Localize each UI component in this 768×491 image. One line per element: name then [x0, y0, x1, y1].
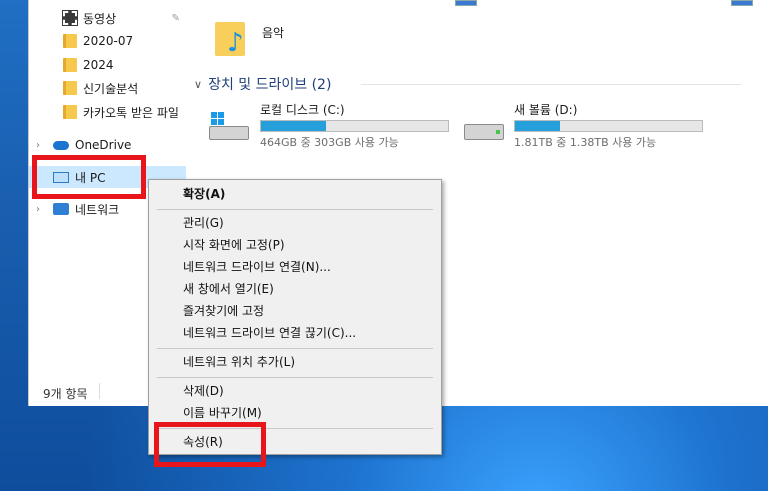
folder-thumbnail-stub [731, 0, 753, 6]
menu-item-map-network-drive[interactable]: 네트워크 드라이브 연결(N)... [183, 256, 331, 278]
network-icon [53, 203, 69, 215]
menu-item-pin-to-start[interactable]: 시작 화면에 고정(P) [183, 234, 285, 256]
nav-item-new-tech[interactable]: 신기술분석 [29, 77, 186, 99]
drive-usage-fill [261, 121, 327, 131]
nav-item-label: OneDrive [75, 138, 132, 152]
highlight-box-this-pc [32, 155, 146, 199]
nav-item-videos[interactable]: 동영상 ✎ [29, 7, 186, 29]
chevron-right-icon[interactable]: › [36, 204, 40, 215]
drive-d[interactable]: 새 볼륨 (D:) 1.81TB 중 1.38TB 사용 가능 [514, 101, 704, 151]
highlight-box-properties [154, 422, 266, 467]
menu-item-expand[interactable]: 확장(A) [183, 183, 225, 205]
nav-item-onedrive[interactable]: › OneDrive [29, 134, 186, 156]
menu-item-add-network-location[interactable]: 네트워크 위치 추가(L) [183, 351, 295, 373]
folder-icon [63, 105, 77, 119]
drive-name: 로컬 디스크 (C:) [260, 103, 345, 117]
folder-thumbnail-stub [455, 0, 477, 6]
section-title: 장치 및 드라이브 (2) [208, 77, 332, 93]
drive-info: 1.81TB 중 1.38TB 사용 가능 [514, 136, 657, 149]
nav-item-2024[interactable]: 2024 [29, 54, 186, 76]
pin-icon: ✎ [171, 12, 180, 24]
nav-item-label: 네트워크 [75, 202, 120, 217]
chevron-down-icon: ∨ [194, 77, 203, 91]
section-divider [361, 84, 741, 85]
menu-item-manage[interactable]: 관리(G) [183, 212, 224, 234]
music-folder-icon[interactable]: ♪ [215, 22, 249, 58]
menu-item-disconnect-network-drive[interactable]: 네트워크 드라이브 연결 끊기(C)... [183, 322, 356, 344]
nav-item-label: 2024 [83, 58, 114, 72]
video-icon [62, 10, 78, 26]
drive-info: 464GB 중 303GB 사용 가능 [260, 136, 399, 149]
menu-separator [157, 377, 433, 378]
menu-item-delete[interactable]: 삭제(D) [183, 380, 224, 402]
windows-drive-icon[interactable] [209, 112, 253, 142]
nav-item-2020-07[interactable]: 2020-07 [29, 30, 186, 52]
drive-usage-bar [260, 120, 449, 132]
item-count-status: 9개 항목 [43, 387, 88, 401]
folder-icon [63, 58, 77, 72]
menu-item-pin-to-quick-access[interactable]: 즐겨찾기에 고정 [183, 300, 264, 322]
devices-section-header[interactable]: ∨ 장치 및 드라이브 (2) [194, 74, 331, 94]
menu-separator [157, 209, 433, 210]
context-menu: 확장(A) 관리(G) 시작 화면에 고정(P) 네트워크 드라이브 연결(N)… [148, 179, 442, 455]
nav-item-kakaotalk[interactable]: 카카오톡 받은 파일 [29, 101, 186, 123]
folder-icon [63, 81, 77, 95]
status-divider [99, 383, 100, 399]
cloud-icon [53, 140, 69, 150]
nav-item-label: 동영상 [83, 11, 117, 26]
drive-usage-fill [515, 121, 560, 131]
music-folder-label[interactable]: 음악 [262, 24, 284, 41]
menu-separator [157, 348, 433, 349]
menu-item-open-new-window[interactable]: 새 창에서 열기(E) [183, 278, 274, 300]
drive-name: 새 볼륨 (D:) [514, 103, 578, 117]
drive-c[interactable]: 로컬 디스크 (C:) 464GB 중 303GB 사용 가능 [260, 101, 450, 151]
folder-icon [63, 34, 77, 48]
nav-item-label: 카카오톡 받은 파일 [83, 105, 179, 120]
menu-item-rename[interactable]: 이름 바꾸기(M) [183, 402, 262, 424]
nav-item-label: 2020-07 [83, 34, 134, 48]
drive-usage-bar [514, 120, 703, 132]
chevron-right-icon[interactable]: › [36, 140, 40, 151]
hdd-icon[interactable] [464, 124, 506, 142]
nav-item-label: 신기술분석 [83, 81, 139, 96]
